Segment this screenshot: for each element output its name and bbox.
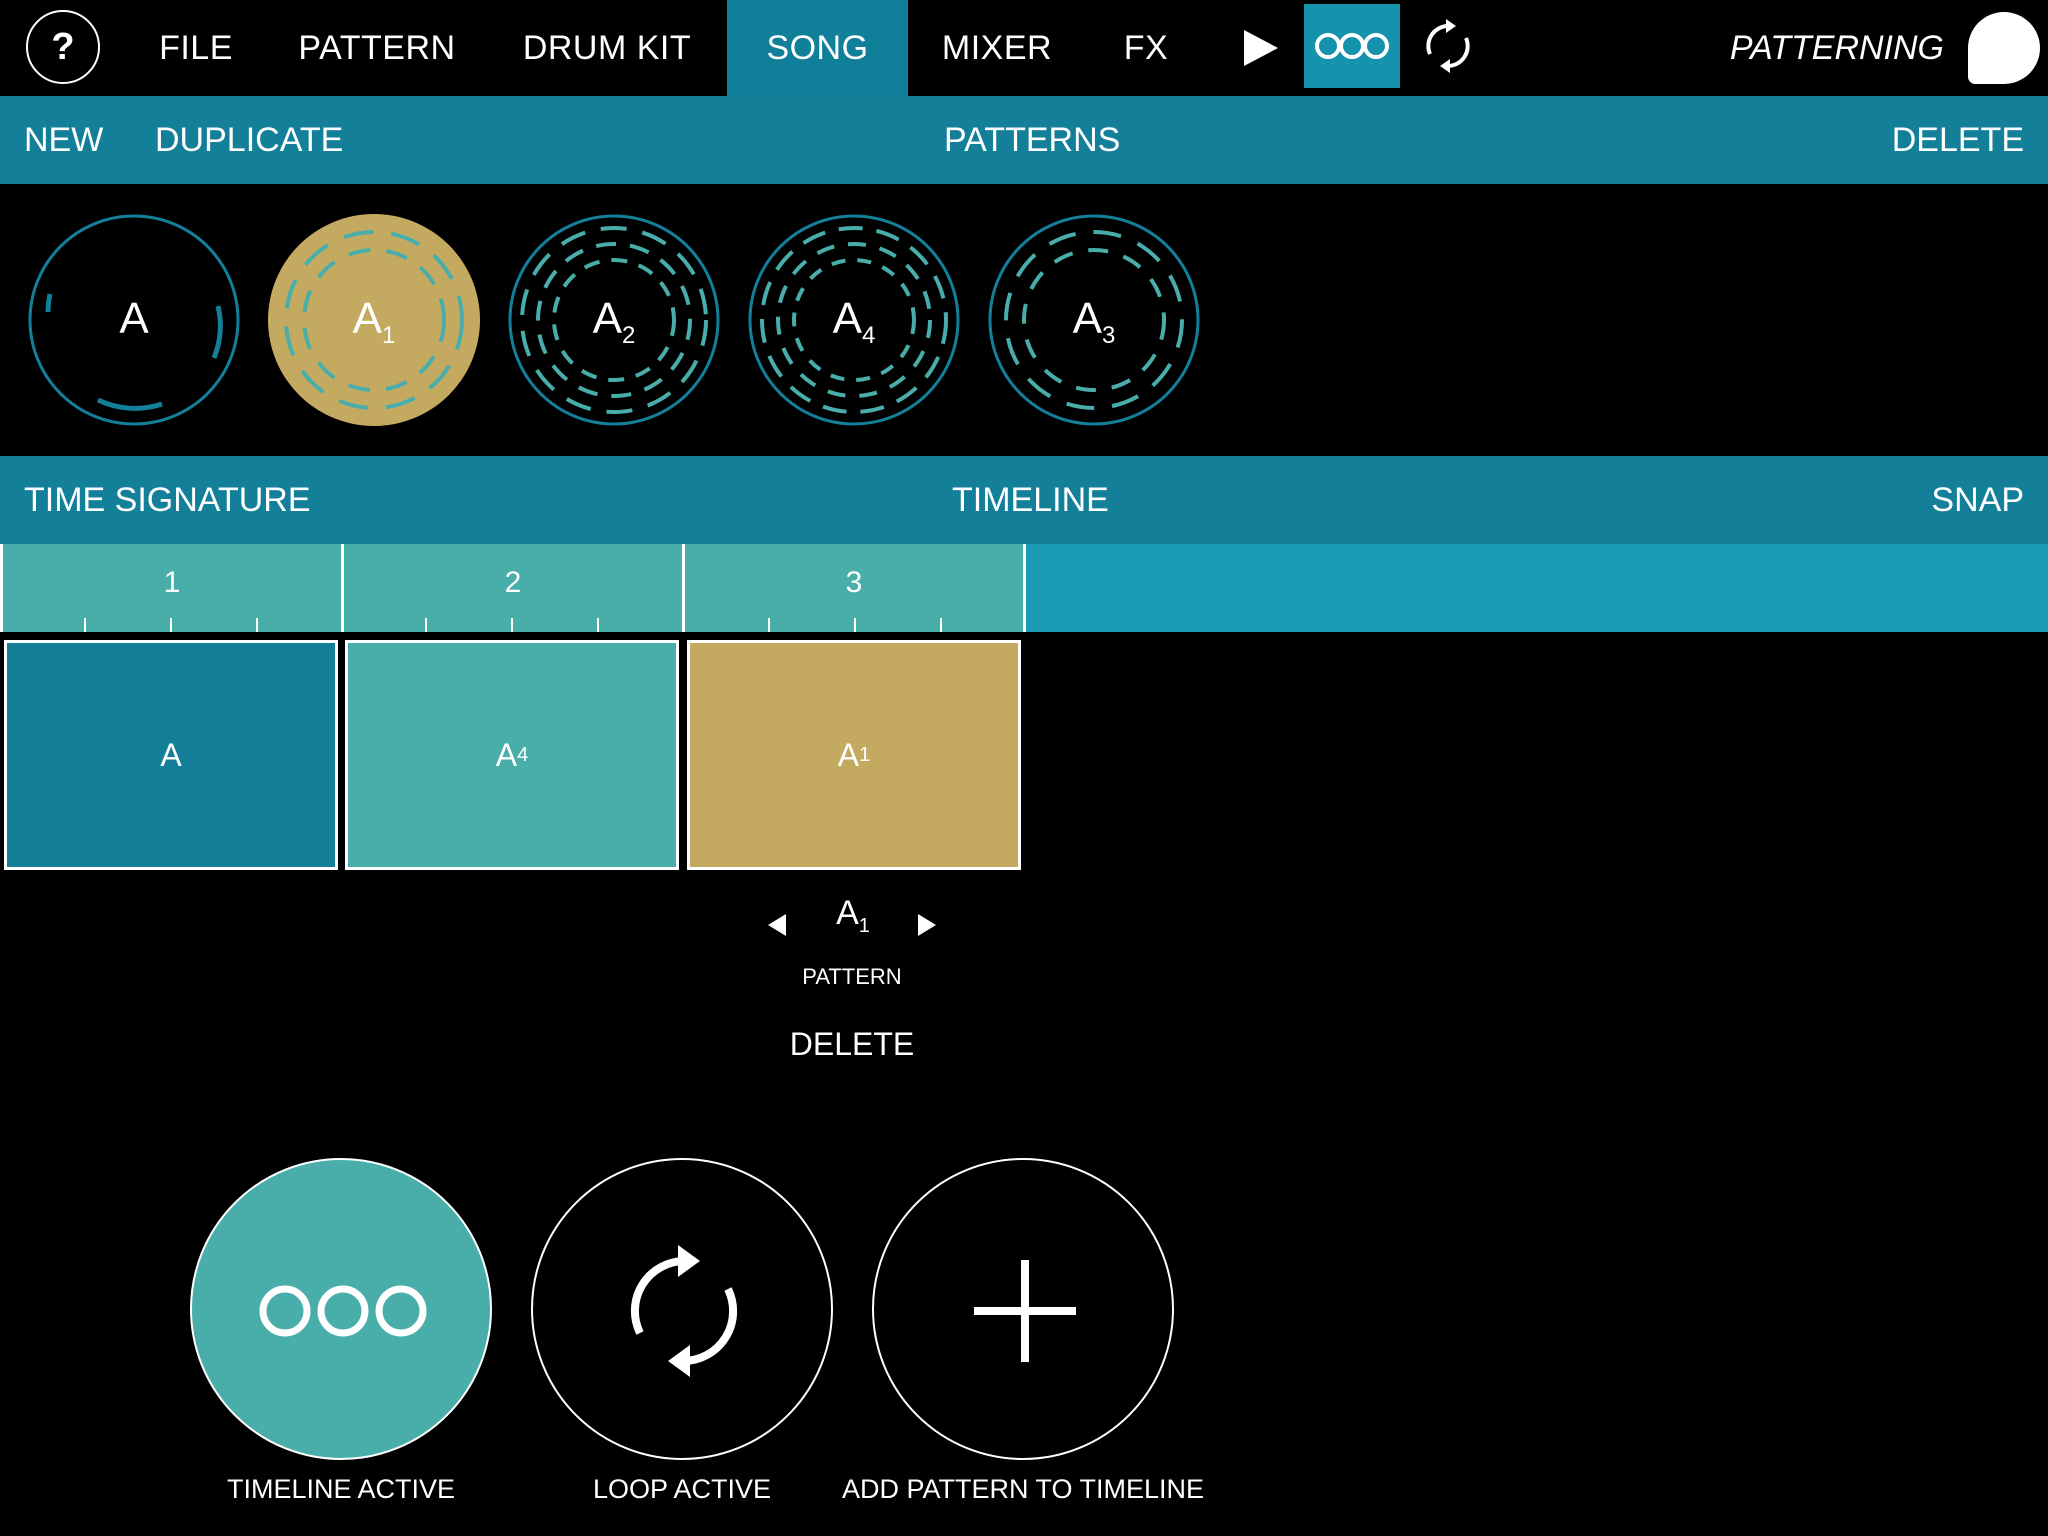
app-brand: PATTERNING [1729, 29, 1944, 67]
pattern-circle-a[interactable]: A [28, 214, 240, 426]
ruler-ticks [768, 618, 942, 632]
timeline-title: TIMELINE [952, 481, 1109, 519]
block-label: A [160, 736, 182, 773]
ruler-ticks [425, 618, 599, 632]
nav-song[interactable]: SONG [727, 0, 908, 96]
next-pattern-icon[interactable] [916, 912, 938, 938]
add-pattern-button[interactable] [872, 1158, 1174, 1460]
plus-icon [974, 1260, 1076, 1362]
timeline-block-a[interactable]: A [4, 640, 338, 870]
loop-active-label: LOOP ACTIVE [592, 1474, 772, 1504]
ruler-number: 3 [845, 566, 863, 599]
ruler-bar-1[interactable]: 1 [0, 544, 341, 632]
help-button[interactable]: ? [26, 10, 100, 84]
selected-pattern-label: A1 [836, 894, 870, 937]
loop-icon [630, 1245, 738, 1377]
play-icon [1244, 30, 1278, 66]
timeline-active-button[interactable] [190, 1158, 492, 1460]
brand-logo-icon [1968, 12, 2040, 84]
pattern-circle-a1-selected[interactable]: A1 [268, 214, 480, 426]
add-pattern-label: ADD PATTERN TO TIMELINE [841, 1474, 1205, 1504]
delete-block-button[interactable]: DELETE [752, 1026, 952, 1063]
ruler-bar-2[interactable]: 2 [341, 544, 682, 632]
nav-file[interactable]: FILE [148, 0, 244, 96]
pattern-label: A4 [832, 294, 876, 349]
timeline-ruler[interactable]: 1 2 3 [0, 544, 2048, 632]
top-nav: ? FILE PATTERN DRUM KIT SONG MIXER FX PA… [0, 0, 2048, 96]
pattern-selector-label: PATTERN [802, 964, 902, 989]
nav-fx[interactable]: FX [1110, 0, 1182, 96]
ruler-bar-3[interactable]: 3 [682, 544, 1026, 632]
pattern-circle-a2[interactable]: A2 [508, 214, 720, 426]
timeline-active-label: TIMELINE ACTIVE [226, 1474, 456, 1504]
pattern-circle-a3[interactable]: A3 [988, 214, 1200, 426]
pattern-circle-a4[interactable]: A4 [748, 214, 960, 426]
delete-pattern-button[interactable]: DELETE [1892, 96, 2024, 184]
patterns-bar: NEW DUPLICATE PATTERNS DELETE [0, 96, 2048, 184]
play-button[interactable] [1230, 24, 1286, 72]
timeline-bar: TIME SIGNATURE TIMELINE SNAP [0, 456, 2048, 544]
pattern-label: A3 [1072, 294, 1116, 349]
pattern-selector: A1 [760, 890, 946, 960]
snap-button[interactable]: SNAP [1931, 456, 2024, 544]
patterns-title: PATTERNS [944, 121, 1121, 159]
loop-active-button[interactable] [531, 1158, 833, 1460]
pattern-label: A1 [352, 294, 396, 349]
nav-drum-kit[interactable]: DRUM KIT [510, 0, 704, 96]
sequencer-toggle-button[interactable] [1304, 4, 1400, 88]
nav-pattern[interactable]: PATTERN [290, 0, 464, 96]
time-signature-button[interactable]: TIME SIGNATURE [24, 456, 311, 544]
pattern-label: A [119, 294, 149, 343]
block-label: A [495, 736, 518, 773]
ruler-ticks [84, 618, 258, 632]
loop-icon [1426, 19, 1470, 73]
pattern-label: A2 [592, 294, 636, 349]
new-pattern-button[interactable]: NEW [24, 96, 103, 184]
duplicate-pattern-button[interactable]: DUPLICATE [155, 96, 343, 184]
timeline-block-a1[interactable]: A1 [687, 640, 1021, 870]
ruler-number: 2 [504, 566, 522, 599]
ruler-number: 1 [163, 566, 181, 599]
three-circles-icon [259, 1285, 427, 1337]
three-circles-icon [1315, 33, 1389, 59]
prev-pattern-icon[interactable] [766, 912, 788, 938]
block-label-sub: 1 [859, 743, 871, 766]
block-label-sub: 4 [517, 743, 529, 766]
nav-mixer[interactable]: MIXER [940, 0, 1054, 96]
loop-button[interactable] [1418, 16, 1478, 76]
block-label: A [837, 736, 860, 773]
timeline-block-a4[interactable]: A4 [345, 640, 679, 870]
